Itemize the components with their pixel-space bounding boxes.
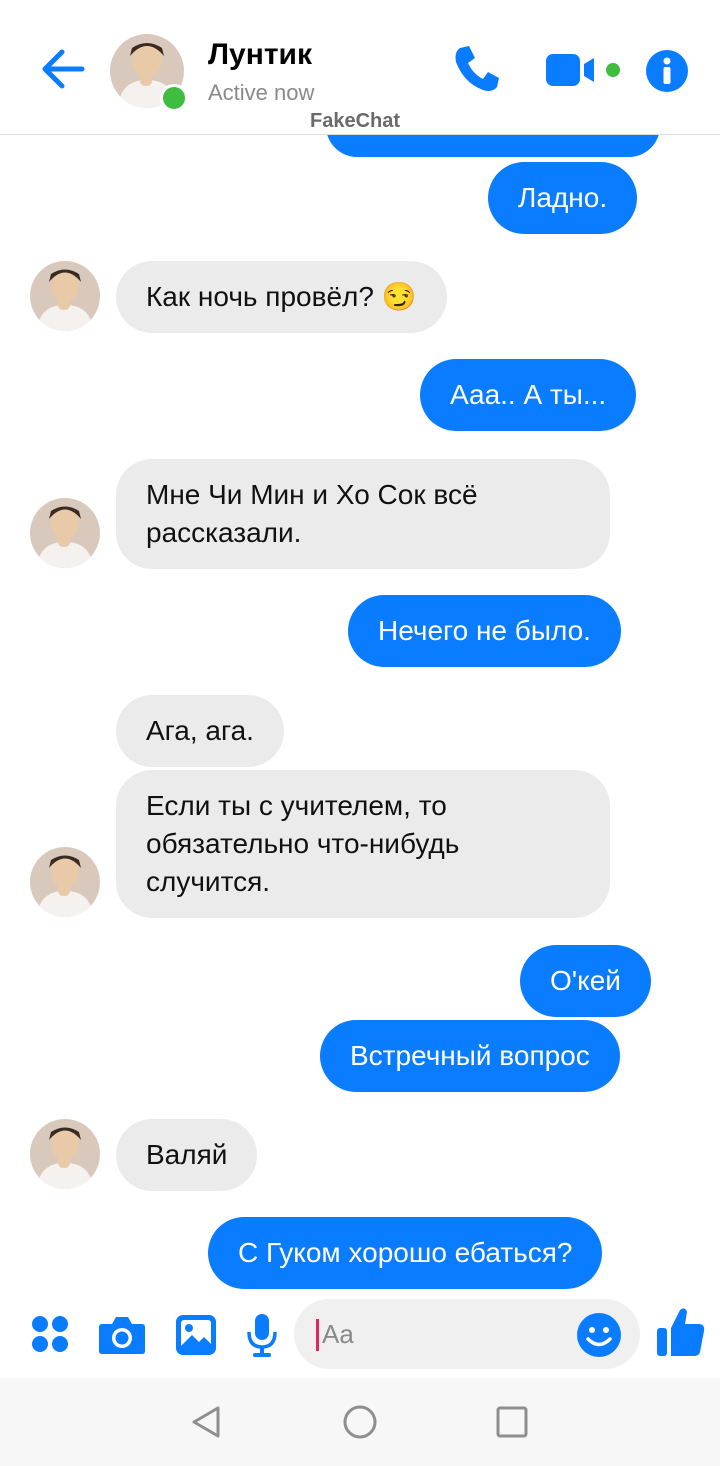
message-bubble-incoming[interactable]: Валяй	[116, 1119, 258, 1191]
avatar[interactable]	[30, 847, 100, 917]
watermark: FakeChat	[310, 110, 401, 132]
apps-icon[interactable]	[30, 1314, 70, 1359]
back-arrow-icon[interactable]	[38, 44, 88, 94]
message-list[interactable]: Ладно. Как ночь провёл? 😏 Ааа.. А ты... …	[0, 135, 720, 1295]
message-bubble-outgoing[interactable]: Встречный вопрос	[320, 1020, 620, 1092]
message-bubble-incoming[interactable]: Если ты с учителем, то обязательно что-н…	[116, 770, 610, 918]
message-bubble-outgoing[interactable]: Ааа.. А ты...	[420, 359, 637, 431]
avatar[interactable]	[30, 498, 100, 568]
contact-name[interactable]: Лунтик	[208, 38, 312, 72]
nav-back-icon[interactable]	[188, 1404, 224, 1445]
avatar[interactable]	[30, 261, 100, 331]
emoji-icon[interactable]	[576, 1312, 622, 1363]
video-camera-icon[interactable]	[544, 52, 624, 93]
message-bubble-outgoing[interactable]: О'кей	[520, 945, 651, 1017]
system-nav-bar	[0, 1378, 720, 1466]
text-cursor	[316, 1319, 319, 1351]
message-input-placeholder: Aa	[322, 1319, 354, 1349]
avatar[interactable]	[30, 1119, 100, 1189]
info-icon[interactable]	[645, 49, 689, 98]
nav-recents-icon[interactable]	[496, 1406, 528, 1443]
active-status: Active now	[208, 80, 315, 105]
message-input[interactable]: Aa	[294, 1299, 640, 1369]
thumbs-up-icon[interactable]	[656, 1306, 706, 1363]
camera-icon[interactable]	[98, 1314, 146, 1361]
nav-home-icon[interactable]	[342, 1404, 378, 1445]
message-bubble-incoming[interactable]: Мне Чи Мин и Хо Сок всё рассказали.	[116, 459, 610, 569]
message-bubble-incoming[interactable]: Как ночь провёл? 😏	[116, 261, 447, 333]
phone-icon[interactable]	[452, 44, 500, 99]
message-bubble-outgoing[interactable]: Нечего не было.	[348, 595, 621, 667]
online-status-dot	[160, 84, 188, 112]
message-bubble-outgoing[interactable]: С Гуком хорошо ебаться?	[208, 1217, 603, 1289]
message-bubble-incoming[interactable]: Ага, ага.	[116, 695, 284, 767]
gallery-icon[interactable]	[174, 1313, 218, 1362]
message-bubble-outgoing[interactable]: Ладно.	[488, 162, 638, 234]
microphone-icon[interactable]	[246, 1312, 278, 1363]
message-bubble-outgoing[interactable]	[326, 135, 660, 157]
composer-bar: Aa	[0, 1296, 720, 1378]
